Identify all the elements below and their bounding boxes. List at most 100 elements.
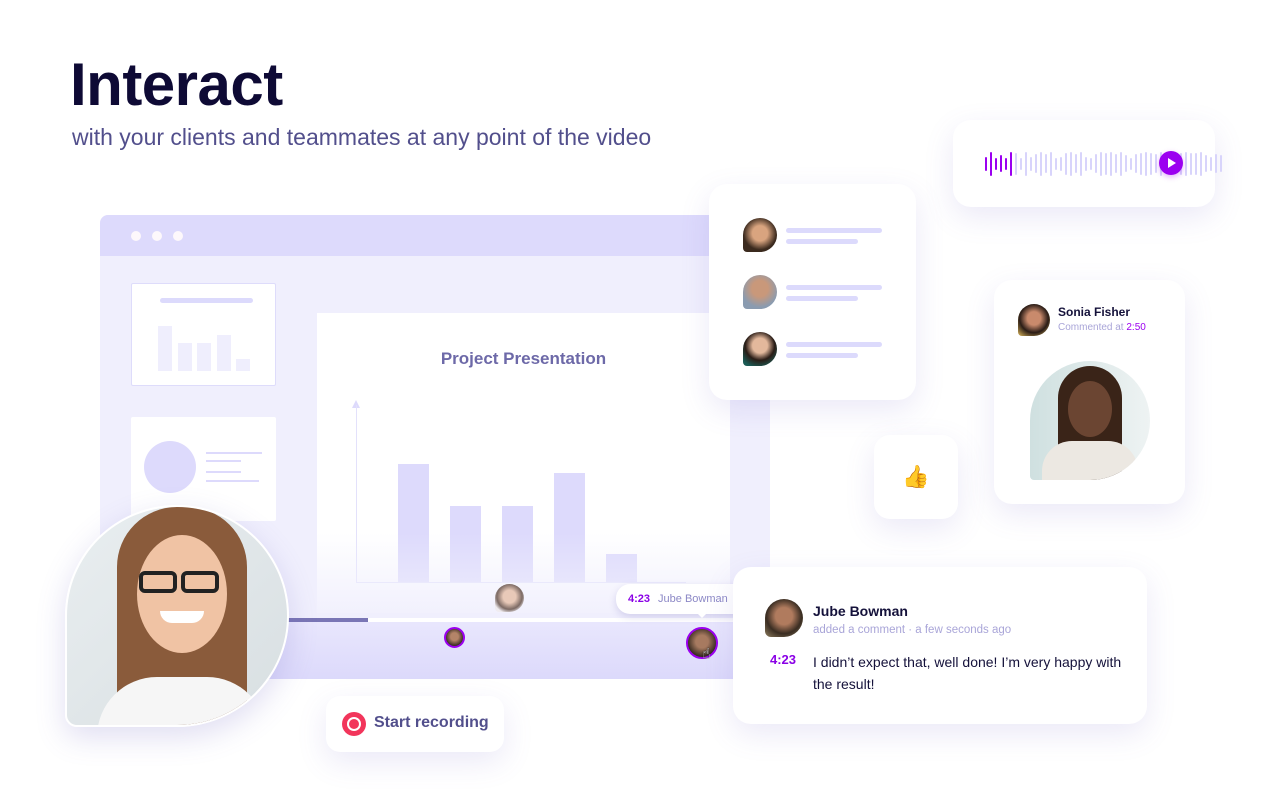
window-dot-icon xyxy=(173,231,183,241)
waveform-bar xyxy=(1150,152,1152,175)
thumbnail-text-line xyxy=(206,480,259,482)
waveform-bar xyxy=(1065,152,1067,175)
thumbnail-text-line xyxy=(206,471,241,473)
waveform-bar xyxy=(990,151,992,176)
placeholder-line xyxy=(786,285,882,290)
start-recording-label: Start recording xyxy=(374,714,489,731)
waveform-bar xyxy=(1040,151,1042,176)
waveform-bar xyxy=(1200,151,1202,176)
participants-card xyxy=(709,184,916,400)
reaction-card[interactable]: 👍 xyxy=(874,435,958,519)
waveform-bar xyxy=(1220,155,1222,172)
avatar xyxy=(743,332,777,366)
placeholder-line xyxy=(786,353,858,358)
timeline-marker-avatar[interactable] xyxy=(495,584,524,612)
hand-pointer-icon: ☝ xyxy=(702,645,711,661)
thumbnail-chart-bar xyxy=(216,335,231,371)
waveform-bar xyxy=(1055,157,1057,170)
comment-timestamp[interactable]: 4:23 xyxy=(770,652,796,667)
comment-time[interactable]: 2:50 xyxy=(1126,322,1145,333)
thumbnail-chart-bar xyxy=(236,359,250,371)
waveform-bar xyxy=(1125,155,1127,172)
avatar xyxy=(765,599,803,637)
timeline-tooltip: 4:23 Jube Bowman xyxy=(616,584,746,614)
waveform-bar xyxy=(1135,154,1137,173)
play-icon[interactable] xyxy=(1159,151,1183,175)
window-dot-icon xyxy=(131,231,141,241)
waveform-bar xyxy=(1190,152,1192,175)
thumbs-up-icon: 👍 xyxy=(902,464,930,489)
waveform-bar xyxy=(1010,151,1012,176)
comment-text: I didn’t expect that, well done! I’m ver… xyxy=(813,654,1122,692)
waveform-bar xyxy=(1185,151,1187,176)
waveform-bar xyxy=(1005,157,1007,170)
comment-meta-prefix: Commented at xyxy=(1058,322,1124,333)
voice-message-card xyxy=(953,120,1222,207)
waveform-bar xyxy=(985,156,987,171)
waveform-bar xyxy=(1210,156,1212,171)
avatar xyxy=(743,218,777,252)
avatar xyxy=(743,275,777,309)
waveform-bar xyxy=(1000,155,1002,172)
waveform-bar xyxy=(1025,151,1027,176)
placeholder-line xyxy=(786,342,882,347)
presenter-video xyxy=(65,505,289,727)
start-recording-button[interactable]: Start recording xyxy=(326,696,504,752)
waveform-bar xyxy=(1105,152,1107,175)
waveform-bar xyxy=(1205,155,1207,172)
tooltip-tail xyxy=(697,613,707,618)
placeholder-line xyxy=(786,239,858,244)
waveform-bar xyxy=(1110,151,1112,176)
waveform-bar xyxy=(1100,151,1102,176)
slide-thumbnail-pie[interactable] xyxy=(131,417,276,521)
participant-row[interactable] xyxy=(743,332,893,366)
waveform-bar xyxy=(1075,154,1077,173)
comment-card: Jube Bowman added a comment · a few seco… xyxy=(733,567,1147,724)
comment-author: Sonia Fisher xyxy=(1058,305,1131,319)
waveform-bar xyxy=(1035,154,1037,173)
waveform-bar xyxy=(1145,151,1147,176)
browser-title-bar xyxy=(100,215,770,256)
waveform-bar xyxy=(1060,156,1062,171)
slide-thumbnail-chart[interactable] xyxy=(131,283,276,386)
thumbnail-chart-bar xyxy=(177,343,192,371)
window-dot-icon xyxy=(152,231,162,241)
thumbnail-text-line xyxy=(206,452,262,454)
placeholder-line xyxy=(786,228,882,233)
thumbnail-text-line xyxy=(206,460,241,462)
comment-meta: added a comment · a few seconds ago xyxy=(813,624,1012,636)
waveform-bar xyxy=(1050,151,1052,176)
comment-meta: Commented at 2:50 xyxy=(1058,322,1146,333)
waveform-bar xyxy=(1015,152,1017,175)
video-reply-thumbnail[interactable] xyxy=(1030,361,1150,480)
timeline-marker-avatar[interactable] xyxy=(444,627,465,648)
waveform-bar xyxy=(1045,154,1047,173)
waveform-bar xyxy=(1085,156,1087,171)
avatar xyxy=(1018,304,1050,336)
participant-row[interactable] xyxy=(743,218,893,252)
video-comment-card: Sonia Fisher Commented at 2:50 xyxy=(994,280,1185,504)
waveform-bar xyxy=(995,157,997,170)
placeholder-line xyxy=(786,296,858,301)
slide-title: Project Presentation xyxy=(440,349,607,368)
thumbnail-pie-icon xyxy=(144,441,196,493)
thumbnail-chart-bar xyxy=(158,326,172,371)
record-icon xyxy=(342,712,366,736)
comment-author: Jube Bowman xyxy=(813,603,908,619)
participant-row[interactable] xyxy=(743,275,893,309)
audio-waveform[interactable] xyxy=(985,150,1222,177)
waveform-bar xyxy=(1080,151,1082,176)
tooltip-author: Jube Bowman xyxy=(658,593,728,605)
thumbnail-title-line xyxy=(160,298,253,303)
tooltip-time: 4:23 xyxy=(628,593,651,605)
waveform-bar xyxy=(1155,154,1157,173)
waveform-bar xyxy=(1215,154,1217,173)
waveform-bar xyxy=(1140,152,1142,175)
presentation-slide: Project Presentation xyxy=(317,313,730,613)
waveform-bar xyxy=(1120,151,1122,176)
waveform-bar xyxy=(1030,156,1032,171)
waveform-bar xyxy=(1095,154,1097,173)
waveform-bar xyxy=(1070,151,1072,176)
waveform-bar xyxy=(1020,157,1022,170)
waveform-bar xyxy=(1115,154,1117,173)
